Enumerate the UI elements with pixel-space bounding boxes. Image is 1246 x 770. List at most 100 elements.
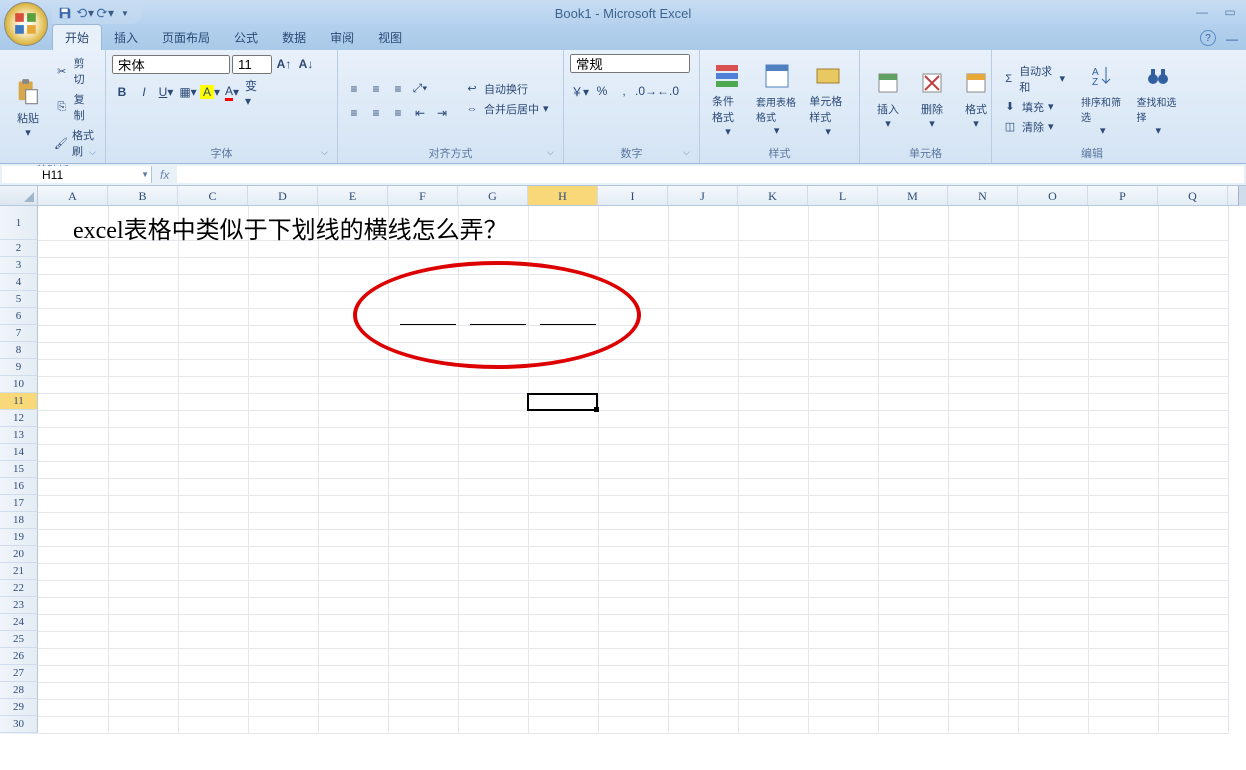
cell[interactable] bbox=[1158, 699, 1228, 716]
cell[interactable] bbox=[1088, 682, 1158, 699]
cell[interactable] bbox=[1158, 359, 1228, 376]
cell[interactable] bbox=[388, 716, 458, 733]
cell[interactable] bbox=[458, 512, 528, 529]
cell[interactable] bbox=[108, 699, 178, 716]
row-header[interactable]: 9 bbox=[0, 359, 38, 376]
row-header[interactable]: 18 bbox=[0, 512, 38, 529]
cell[interactable] bbox=[388, 682, 458, 699]
cell[interactable] bbox=[108, 495, 178, 512]
cell[interactable] bbox=[808, 427, 878, 444]
cell[interactable] bbox=[458, 614, 528, 631]
cell[interactable] bbox=[948, 699, 1018, 716]
cell[interactable] bbox=[108, 716, 178, 733]
cell[interactable] bbox=[458, 716, 528, 733]
cell[interactable] bbox=[878, 240, 948, 257]
cell[interactable] bbox=[1158, 546, 1228, 563]
cell[interactable] bbox=[878, 461, 948, 478]
cell[interactable] bbox=[598, 206, 668, 240]
cell[interactable] bbox=[178, 512, 248, 529]
cell[interactable] bbox=[1158, 580, 1228, 597]
active-cell-marker[interactable] bbox=[527, 393, 598, 411]
row-header[interactable]: 4 bbox=[0, 274, 38, 291]
cell[interactable] bbox=[108, 682, 178, 699]
cell[interactable] bbox=[388, 495, 458, 512]
tab-home[interactable]: 开始 bbox=[52, 24, 102, 50]
cell[interactable] bbox=[528, 495, 598, 512]
cell[interactable] bbox=[108, 512, 178, 529]
cell[interactable] bbox=[388, 529, 458, 546]
cell[interactable] bbox=[388, 410, 458, 427]
cell[interactable] bbox=[1088, 665, 1158, 682]
row-header[interactable]: 27 bbox=[0, 665, 38, 682]
row-header[interactable]: 2 bbox=[0, 240, 38, 257]
cell[interactable] bbox=[668, 342, 738, 359]
cell[interactable] bbox=[248, 648, 318, 665]
name-box[interactable] bbox=[42, 168, 132, 182]
cell[interactable] bbox=[528, 580, 598, 597]
cell[interactable] bbox=[808, 563, 878, 580]
cell[interactable] bbox=[668, 716, 738, 733]
cell[interactable] bbox=[1088, 648, 1158, 665]
cell[interactable] bbox=[948, 665, 1018, 682]
cell[interactable] bbox=[878, 206, 948, 240]
cell[interactable] bbox=[738, 206, 808, 240]
comma-icon[interactable]: , bbox=[614, 81, 634, 101]
cell[interactable] bbox=[738, 393, 808, 410]
cell[interactable] bbox=[1018, 563, 1088, 580]
cell[interactable] bbox=[1088, 376, 1158, 393]
cell[interactable] bbox=[878, 699, 948, 716]
cell[interactable] bbox=[1158, 682, 1228, 699]
cell[interactable] bbox=[178, 597, 248, 614]
cell[interactable] bbox=[668, 410, 738, 427]
cell[interactable] bbox=[528, 240, 598, 257]
cell[interactable] bbox=[108, 257, 178, 274]
cell[interactable] bbox=[528, 529, 598, 546]
cell[interactable] bbox=[1018, 614, 1088, 631]
cell[interactable] bbox=[598, 240, 668, 257]
cell[interactable] bbox=[878, 648, 948, 665]
row-header[interactable]: 29 bbox=[0, 699, 38, 716]
autosum-button[interactable]: Σ自动求和▾ bbox=[998, 62, 1069, 96]
decrease-font-icon[interactable]: A↓ bbox=[296, 54, 316, 74]
row-header[interactable]: 16 bbox=[0, 478, 38, 495]
cell[interactable] bbox=[878, 376, 948, 393]
column-header[interactable]: O bbox=[1018, 186, 1088, 205]
cell[interactable] bbox=[598, 716, 668, 733]
cell[interactable] bbox=[38, 529, 108, 546]
cell[interactable] bbox=[38, 478, 108, 495]
font-size-input[interactable] bbox=[232, 55, 272, 74]
cell[interactable] bbox=[108, 291, 178, 308]
column-header[interactable]: N bbox=[948, 186, 1018, 205]
cell[interactable] bbox=[878, 274, 948, 291]
cell[interactable] bbox=[1018, 274, 1088, 291]
cell[interactable] bbox=[808, 716, 878, 733]
align-middle-icon[interactable]: ≡ bbox=[366, 79, 386, 99]
column-header[interactable]: P bbox=[1088, 186, 1158, 205]
cell[interactable] bbox=[878, 665, 948, 682]
cell[interactable] bbox=[248, 512, 318, 529]
cell[interactable] bbox=[318, 563, 388, 580]
cell[interactable] bbox=[1088, 274, 1158, 291]
cell[interactable] bbox=[458, 393, 528, 410]
cell[interactable] bbox=[1018, 240, 1088, 257]
cell[interactable] bbox=[108, 393, 178, 410]
cell[interactable] bbox=[318, 614, 388, 631]
cell[interactable] bbox=[108, 308, 178, 325]
cell[interactable] bbox=[318, 699, 388, 716]
cell[interactable] bbox=[1018, 257, 1088, 274]
cell[interactable] bbox=[38, 512, 108, 529]
cell[interactable] bbox=[388, 359, 458, 376]
cell[interactable] bbox=[318, 597, 388, 614]
tab-review[interactable]: 审阅 bbox=[318, 25, 366, 50]
cell[interactable] bbox=[598, 648, 668, 665]
cell[interactable] bbox=[1158, 325, 1228, 342]
cell[interactable] bbox=[458, 597, 528, 614]
cell[interactable] bbox=[248, 359, 318, 376]
cell[interactable] bbox=[738, 597, 808, 614]
cell[interactable] bbox=[388, 274, 458, 291]
cell[interactable] bbox=[738, 495, 808, 512]
cell[interactable] bbox=[808, 410, 878, 427]
cell[interactable] bbox=[38, 597, 108, 614]
percent-icon[interactable]: % bbox=[592, 81, 612, 101]
cell[interactable] bbox=[1158, 240, 1228, 257]
